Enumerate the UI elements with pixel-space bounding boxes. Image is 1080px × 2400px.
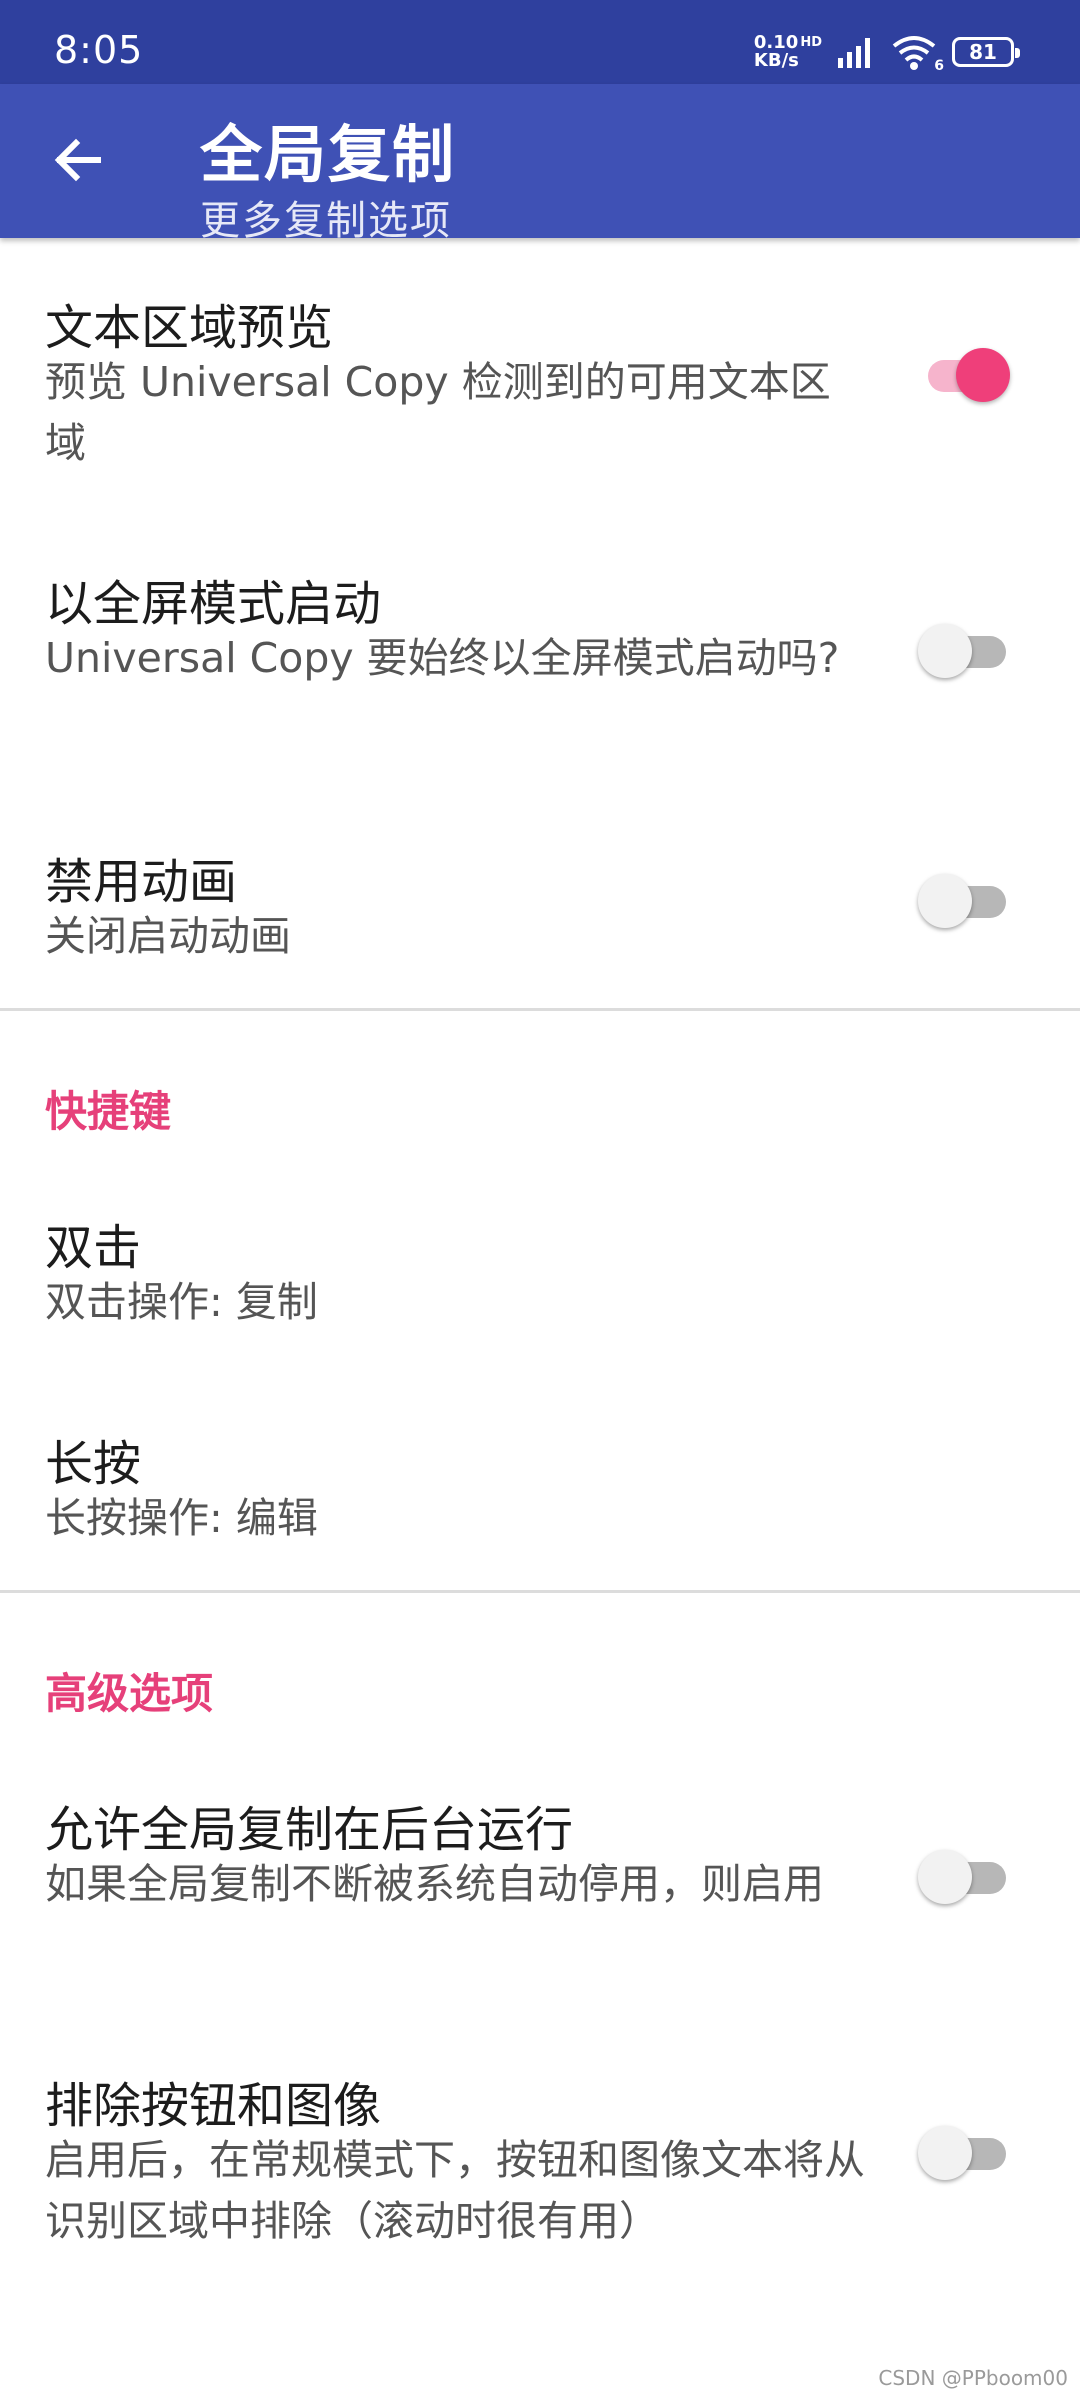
- setting-title: 排除按钮和图像: [45, 2078, 382, 2134]
- status-icons: 0.10 HD KB/s 6 81: [754, 30, 1020, 74]
- shortcut-title: 双击: [45, 1220, 142, 1276]
- setting-title: 禁用动画: [45, 854, 238, 910]
- hd-badge: HD: [800, 35, 822, 50]
- wifi-icon: 6: [890, 34, 944, 74]
- setting-title: 允许全局复制在后台运行: [45, 1802, 574, 1858]
- app-bar: 全局复制 更多复制选项: [0, 84, 1080, 238]
- battery-icon: 81: [952, 37, 1020, 67]
- setting-fullscreen-start[interactable]: 以全屏模式启动 Universal Copy 要始终以全屏模式启动吗?: [0, 514, 1080, 784]
- setting-text-area-preview[interactable]: 文本区域预览 预览 Universal Copy 检测到的可用文本区域: [0, 238, 1080, 508]
- toggle-switch-off[interactable]: [918, 620, 1008, 680]
- toggle-switch-off[interactable]: [918, 1846, 1008, 1906]
- status-bar: 8:05 0.10 HD KB/s 6 81: [0, 0, 1080, 84]
- setting-description: 预览 Universal Copy 检测到的可用文本区域: [45, 358, 831, 467]
- setting-run-in-background[interactable]: 允许全局复制在后台运行 如果全局复制不断被系统自动停用，则启用: [0, 1740, 1080, 2016]
- setting-disable-animation[interactable]: 禁用动画 关闭启动动画: [0, 792, 1080, 1000]
- setting-description: 关闭启动动画: [45, 912, 291, 960]
- section-header-shortcuts: 快捷键: [45, 1087, 172, 1136]
- toggle-switch-off[interactable]: [918, 870, 1008, 930]
- page-subtitle: 更多复制选项: [200, 198, 452, 238]
- status-time: 8:05: [54, 28, 144, 72]
- divider: [0, 1008, 1080, 1011]
- network-speed-unit: KB/s: [753, 50, 799, 71]
- back-arrow-icon[interactable]: [48, 130, 108, 190]
- battery-level: 81: [969, 40, 997, 64]
- divider: [0, 1590, 1080, 1593]
- setting-exclude-buttons-images[interactable]: 排除按钮和图像 启用后，在常规模式下，按钮和图像文本将从识别区域中排除（滚动时很…: [0, 2016, 1080, 2292]
- page-title: 全局复制: [200, 118, 457, 191]
- setting-title: 文本区域预览: [45, 300, 334, 356]
- setting-description: 启用后，在常规模式下，按钮和图像文本将从识别区域中排除（滚动时很有用）: [45, 2136, 865, 2245]
- shortcut-long-press[interactable]: 长按 长按操作: 编辑: [0, 1378, 1080, 1584]
- toggle-switch-off[interactable]: [918, 2122, 1008, 2182]
- toggle-switch-on[interactable]: [918, 344, 1010, 404]
- shortcut-description: 长按操作: 编辑: [45, 1494, 318, 1542]
- section-header-advanced: 高级选项: [45, 1669, 214, 1718]
- network-speed: 0.10 HD KB/s: [754, 34, 822, 70]
- shortcut-double-click[interactable]: 双击 双击操作: 复制: [0, 1160, 1080, 1366]
- shortcut-title: 长按: [45, 1436, 142, 1492]
- wifi-badge: 6: [934, 58, 944, 74]
- setting-title: 以全屏模式启动: [45, 576, 382, 632]
- setting-description: Universal Copy 要始终以全屏模式启动吗?: [45, 634, 840, 682]
- signal-icon: [838, 38, 870, 68]
- shortcut-description: 双击操作: 复制: [45, 1278, 318, 1326]
- watermark: CSDN @PPboom00: [878, 2366, 1068, 2390]
- setting-description: 如果全局复制不断被系统自动停用，则启用: [45, 1860, 824, 1908]
